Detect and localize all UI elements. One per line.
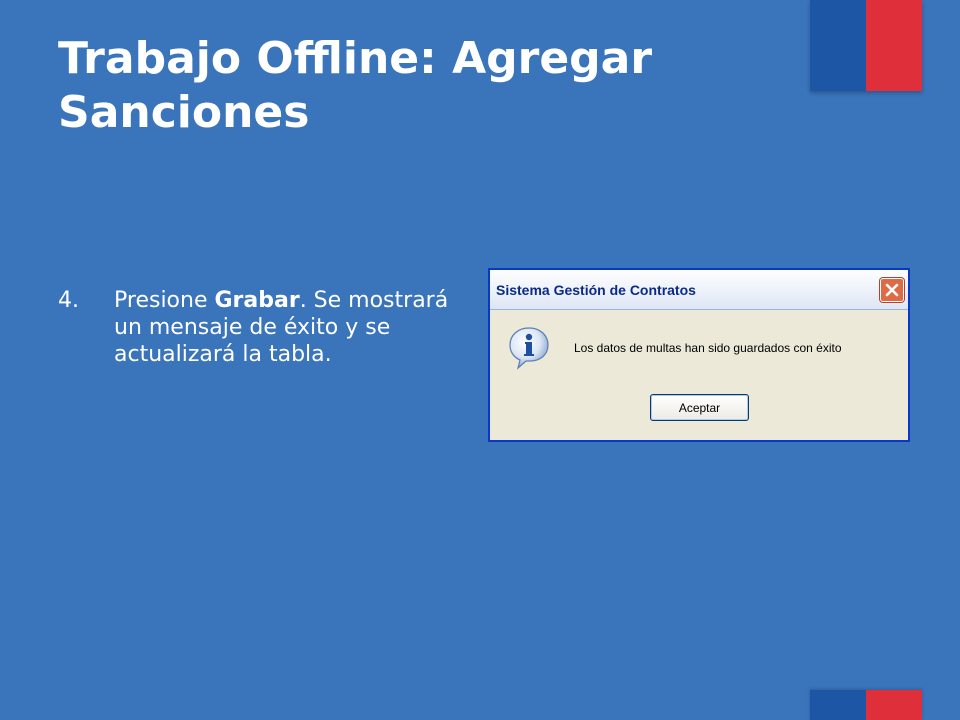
accept-button[interactable]: Aceptar	[650, 394, 749, 421]
dialog-body: Los datos de multas han sido guardados c…	[490, 310, 908, 440]
message-dialog: Sistema Gestión de Contratos Los datos d…	[488, 268, 910, 442]
step-text: Presione Grabar. Se mostrará un mensaje …	[114, 287, 458, 368]
slide-title: Trabajo Offline: Agregar Sanciones	[58, 33, 653, 138]
close-icon	[885, 283, 899, 297]
info-icon	[509, 327, 549, 370]
step-item: 4. Presione Grabar. Se mostrará un mensa…	[58, 287, 458, 368]
flag-red-stripe	[866, 0, 922, 91]
step-text-before: Presione	[114, 288, 215, 313]
dialog-message: Los datos de multas han sido guardados c…	[574, 341, 842, 355]
close-button[interactable]	[880, 278, 904, 302]
flag-blue-stripe	[810, 690, 866, 720]
flag-decoration-bottom	[810, 690, 922, 720]
flag-decoration-top	[810, 0, 922, 91]
dialog-titlebar[interactable]: Sistema Gestión de Contratos	[490, 270, 908, 310]
flag-blue-stripe	[810, 0, 866, 91]
dialog-title: Sistema Gestión de Contratos	[496, 281, 696, 298]
flag-red-stripe	[866, 690, 922, 720]
step-number: 4.	[58, 288, 79, 313]
step-text-bold: Grabar	[214, 288, 300, 313]
